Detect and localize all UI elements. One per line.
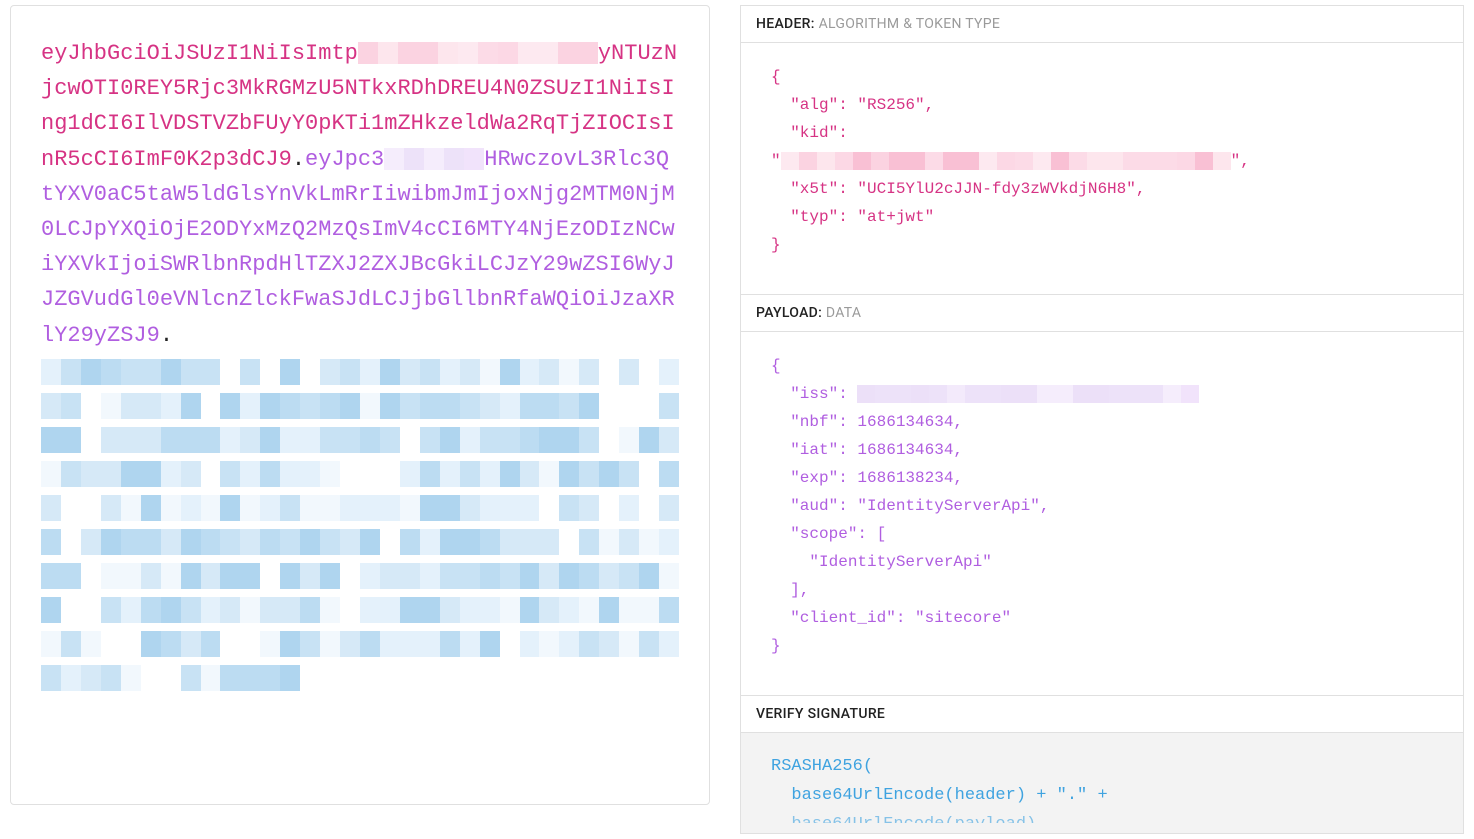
payload-section: PAYLOAD: DATA { "iss": "nbf": 1686134634…: [740, 294, 1464, 696]
json-line: "alg": "RS256",: [771, 91, 1433, 119]
header-label: HEADER:: [756, 16, 815, 32]
verify-label: VERIFY SIGNATURE: [756, 706, 885, 722]
json-line: {: [771, 352, 1433, 380]
json-line: "nbf": 1686134634,: [771, 408, 1433, 436]
separator-dot: .: [292, 147, 305, 172]
jwt-debugger-layout: eyJhbGciOiJSUzI1NiIsImtpyNTUzNjcwOTI0REY…: [10, 5, 1464, 834]
json-line: "iat": 1686134634,: [771, 436, 1433, 464]
kid-redacted: [781, 152, 1231, 170]
json-line: ],: [771, 576, 1433, 604]
json-line: "aud": "IdentityServerApi",: [771, 492, 1433, 520]
encoded-header-redacted: [358, 41, 598, 66]
encoded-payload-part1: eyJpc3: [305, 147, 384, 172]
header-section: HEADER: ALGORITHM & TOKEN TYPE { "alg": …: [740, 5, 1464, 295]
json-line: "exp": 1686138234,: [771, 464, 1433, 492]
json-line: "scope": [: [771, 520, 1433, 548]
sig-line: base64UrlEncode(payload),: [771, 811, 1433, 823]
encoded-payload-redacted: [384, 147, 484, 172]
json-line: }: [771, 231, 1433, 259]
payload-sublabel: DATA: [826, 305, 861, 321]
encoded-payload-part2: HRwczovL3Rlc3QtYXV0aC5taW5ldGlsYnVkLmRrI…: [41, 147, 675, 348]
json-line-iss: "iss":: [771, 380, 1433, 408]
json-line: "kid":: [771, 119, 1433, 147]
header-section-title: HEADER: ALGORITHM & TOKEN TYPE: [741, 6, 1463, 43]
json-line: }: [771, 632, 1433, 660]
encoded-token-text[interactable]: eyJhbGciOiJSUzI1NiIsImtpyNTUzNjcwOTI0REY…: [41, 36, 679, 699]
verify-signature-section: VERIFY SIGNATURE RSASHA256( base64UrlEnc…: [740, 695, 1464, 834]
header-sublabel: ALGORITHM & TOKEN TYPE: [819, 16, 1001, 32]
separator-dot: .: [160, 323, 173, 348]
encoded-header-part1: eyJhbGciOiJSUzI1NiIsImtp: [41, 41, 358, 66]
json-line: "x5t": "UCI5YlU2cJJN-fdy3zWVkdjN6H8",: [771, 175, 1433, 203]
verify-section-title: VERIFY SIGNATURE: [741, 696, 1463, 733]
header-json[interactable]: { "alg": "RS256", "kid": "", "x5t": "UCI…: [741, 43, 1463, 294]
sig-line: RSASHA256(: [771, 753, 1433, 782]
payload-section-title: PAYLOAD: DATA: [741, 295, 1463, 332]
sig-line: base64UrlEncode(header) + "." +: [771, 782, 1433, 811]
json-line: {: [771, 63, 1433, 91]
payload-label: PAYLOAD:: [756, 305, 822, 321]
verify-signature-body[interactable]: RSASHA256( base64UrlEncode(header) + "."…: [741, 733, 1463, 833]
payload-json[interactable]: { "iss": "nbf": 1686134634, "iat": 16861…: [741, 332, 1463, 695]
json-line-kid-value: "",: [771, 147, 1433, 175]
encoded-token-panel[interactable]: eyJhbGciOiJSUzI1NiIsImtpyNTUzNjcwOTI0REY…: [10, 5, 710, 805]
encoded-signature-redacted: [41, 359, 679, 699]
json-line: "IdentityServerApi": [771, 548, 1433, 576]
json-line: "client_id": "sitecore": [771, 604, 1433, 632]
json-line: "typ": "at+jwt": [771, 203, 1433, 231]
iss-redacted: [857, 385, 1199, 403]
decoded-panel: HEADER: ALGORITHM & TOKEN TYPE { "alg": …: [740, 5, 1464, 834]
